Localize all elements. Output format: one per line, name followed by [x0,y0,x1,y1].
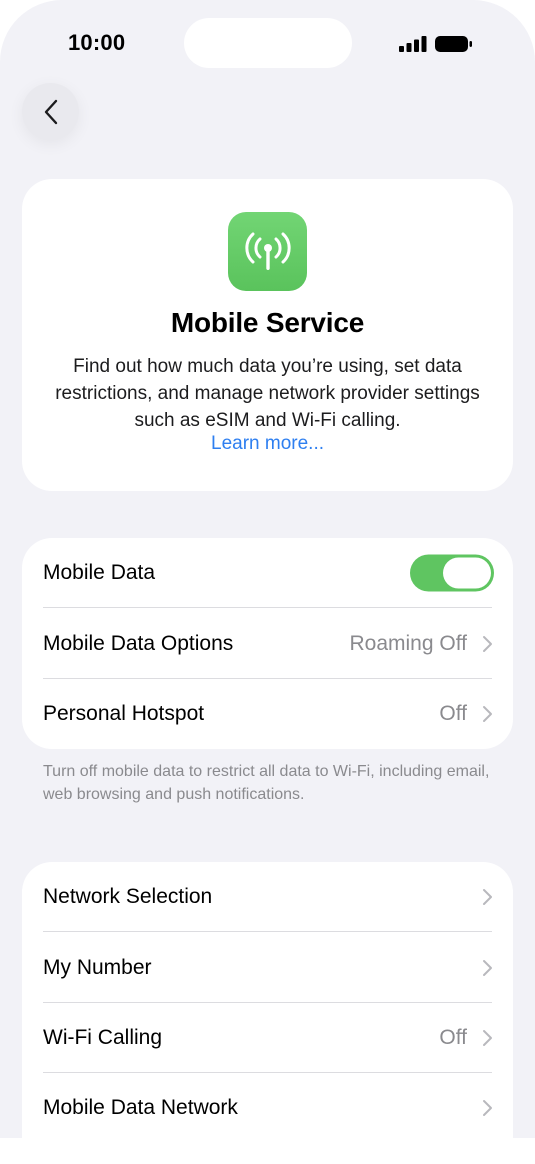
hero-description: Find out how much data you’re using, set… [55,356,480,431]
divider [43,607,492,608]
chevron-left-icon [44,99,57,124]
personal-hotspot-row[interactable]: Personal Hotspot Off [22,679,513,749]
back-button[interactable] [22,83,79,140]
mobile-service-card: Mobile Service Find out how much data yo… [22,179,513,491]
chevron-right-icon [483,706,492,722]
battery-icon [435,36,472,52]
page-title: Mobile Service [170,307,365,338]
antenna-icon [228,212,307,291]
network-selection-row[interactable]: Network Selection [22,862,513,932]
chevron-right-icon [483,1100,492,1116]
screen: 10:00 Mobile Service Find out how much d… [0,0,535,1164]
row-label: My Number [43,956,152,979]
chevron-right-icon [483,636,492,652]
mobile-data-toggle[interactable] [410,554,494,592]
learn-more-link[interactable]: Learn more... [22,433,513,455]
my-number-row[interactable]: My Number [22,933,513,1003]
row-label: Mobile Data Options [43,632,234,655]
row-value: Roaming Off [349,632,468,655]
chevron-right-icon [483,960,492,976]
status-time: 10:00 [68,30,126,55]
row-label: Wi-Fi Calling [43,1026,163,1049]
divider [43,931,492,932]
signal-icon [399,36,427,52]
dynamic-island [184,18,352,68]
divider [43,1142,492,1143]
chevron-right-icon [483,1030,492,1046]
row-label: Network Selection [43,885,213,908]
row-label: Personal Hotspot [43,702,205,725]
row-label: Mobile Data Network [43,1096,238,1119]
network-group: Network Selection My Number Wi-Fi Callin… [22,862,513,1164]
mobile-data-footnote: Turn off mobile data to restrict all dat… [43,763,490,803]
mobile-data-row[interactable]: Mobile Data [22,538,513,608]
row-value: Off [439,1026,467,1049]
mobile-data-network-row[interactable]: Mobile Data Network [22,1073,513,1143]
mobile-data-group: Mobile Data Mobile Data Options Roaming … [22,538,513,749]
chevron-right-icon [483,889,492,905]
mobile-data-options-row[interactable]: Mobile Data Options Roaming Off [22,609,513,679]
toggle-knob [443,557,491,589]
wifi-calling-row[interactable]: Wi-Fi Calling Off [22,1003,513,1073]
row-label: Mobile Data [43,561,156,584]
row-value: Off [439,702,467,725]
